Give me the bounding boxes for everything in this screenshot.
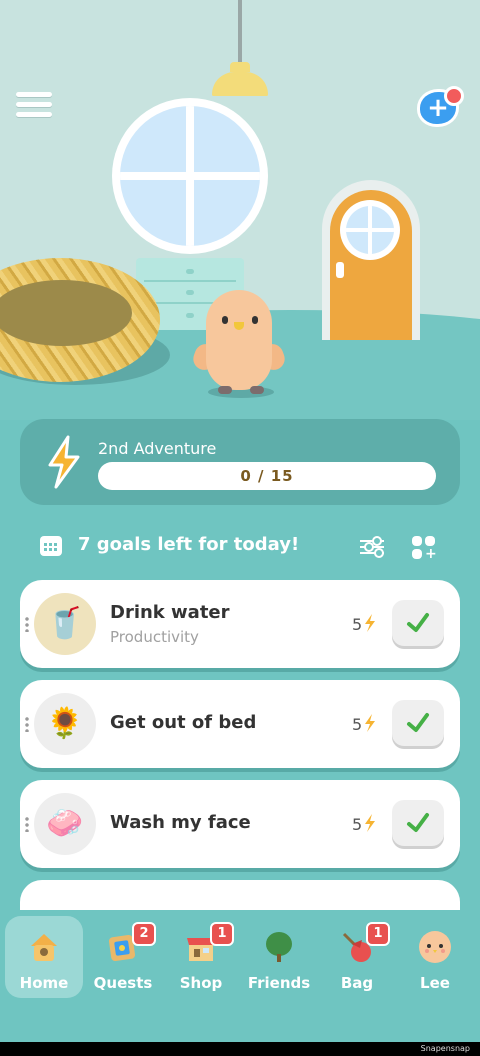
pet-chick[interactable]: [206, 290, 272, 390]
progress-text: 0 / 15: [240, 467, 294, 485]
notification-dot: [444, 86, 464, 106]
goal-card-drink-water[interactable]: 🥤 Drink water Productivity 5: [20, 580, 460, 668]
chick-avatar-icon: [419, 931, 451, 963]
checkmark-icon: [407, 713, 429, 732]
goal-points: 5: [352, 814, 376, 834]
goal-card-wash-my-face[interactable]: 🧼 Wash my face 5: [20, 780, 460, 868]
chick-eye: [222, 316, 228, 324]
lightning-icon: [48, 435, 80, 489]
adventure-card[interactable]: 2nd Adventure 0 / 15: [20, 419, 460, 505]
drag-handle-icon[interactable]: [25, 816, 29, 832]
complete-goal-button[interactable]: [392, 800, 444, 846]
nav-bag[interactable]: 1 Bag: [318, 916, 396, 998]
soap-icon: 🧼: [34, 793, 96, 855]
lightning-icon: [365, 814, 376, 832]
lightning-icon: [365, 614, 376, 632]
chick-eye: [252, 316, 258, 324]
lightning-icon: [365, 714, 376, 732]
goals-left-label: 7 goals left for today!: [78, 534, 300, 555]
round-window: [112, 98, 268, 254]
nav-quests[interactable]: 2 Quests: [84, 916, 162, 998]
lamp-cap: [230, 62, 250, 72]
nav-profile-lee[interactable]: Lee: [396, 916, 474, 998]
goal-points: 5: [352, 714, 376, 734]
tree-icon: [266, 932, 292, 962]
complete-goal-button[interactable]: [392, 700, 444, 746]
water-glass-icon: 🥤: [34, 593, 96, 655]
drag-handle-icon[interactable]: [25, 616, 29, 632]
add-friend-button[interactable]: +: [418, 86, 464, 126]
goal-card-get-out-of-bed[interactable]: 🌻 Get out of bed 5: [20, 680, 460, 768]
add-goal-grid-icon[interactable]: +: [412, 536, 437, 561]
sunflower-icon: 🌻: [34, 693, 96, 755]
goal-name: Get out of bed: [110, 712, 257, 733]
door-handle: [336, 262, 344, 278]
quests-badge: 2: [132, 922, 156, 946]
goal-points: 5: [352, 614, 376, 634]
checkmark-icon: [407, 613, 429, 632]
complete-goal-button[interactable]: [392, 600, 444, 646]
nav-friends[interactable]: Friends: [240, 916, 318, 998]
calendar-icon[interactable]: [40, 536, 62, 556]
goal-category: Productivity: [110, 628, 199, 646]
adventure-title: 2nd Adventure: [98, 439, 217, 458]
nav-shop[interactable]: 1 Shop: [162, 916, 240, 998]
house-icon: [31, 934, 57, 961]
bag-badge: 1: [366, 922, 390, 946]
room-scene: [0, 0, 480, 420]
footer-bar: Snapensnap: [0, 1042, 480, 1056]
drag-handle-icon[interactable]: [25, 716, 29, 732]
nav-home[interactable]: Home: [5, 916, 83, 998]
ceiling-lamp: [212, 72, 268, 96]
watermark: Snapensnap: [420, 1044, 470, 1053]
lamp-cord: [238, 0, 242, 64]
goals-header: 7 goals left for today! +: [20, 530, 460, 564]
checkmark-icon: [407, 813, 429, 832]
goal-name: Drink water: [110, 602, 230, 623]
hamburger-menu-icon[interactable]: [16, 92, 52, 120]
adventure-progress-bar: 0 / 15: [98, 462, 436, 490]
filter-sliders-icon[interactable]: [360, 536, 384, 558]
goal-name: Wash my face: [110, 812, 251, 833]
bottom-nav: Home 2 Quests 1 Shop Friends 1 Bag Lee: [0, 910, 480, 1020]
shop-badge: 1: [210, 922, 234, 946]
